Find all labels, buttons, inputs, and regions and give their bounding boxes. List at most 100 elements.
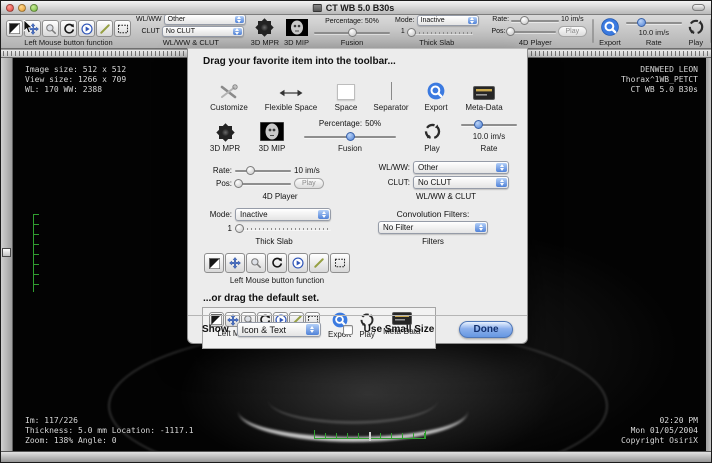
palette-item-filters[interactable]: Convolution Filters: No Filter Filters [358,209,508,246]
overlay-line: DENWEED LEON [621,65,698,75]
fusion-slider[interactable] [314,28,390,37]
export-quicktime-icon [601,18,619,36]
contrast-icon [9,23,20,34]
measure-tool-button[interactable] [96,20,113,37]
left-scrollbar-thumb[interactable] [2,248,11,257]
measure-tool-button[interactable] [309,253,329,273]
vertical-scale-ruler [33,214,41,292]
ruler-midpoint-marker [369,432,371,441]
close-button[interactable] [6,4,14,12]
rate-label: Rate: [487,15,509,25]
select-arrows-icon [235,16,244,23]
palette-item-4dplayer[interactable]: Rate: 10 im/s Pos: Play 4D Player [204,165,356,201]
toolbar-thickslab-group: Mode: Inactive 1 Thick Slab [395,17,478,47]
mode-label: Mode: [395,16,414,26]
measure-line-icon [313,257,325,269]
customize-tools-icon [219,84,239,100]
toolbar-3dmpr[interactable]: 3D MPR [251,17,279,47]
title-bar: CT WB 5.0 B30s [1,1,711,15]
toolbar-play[interactable]: Play [687,17,705,47]
window-title-wrap: CT WB 5.0 B30s [313,3,395,13]
show-label: Show [202,324,229,335]
minimize-button[interactable] [18,4,26,12]
slab-mode-select[interactable]: Inactive [235,208,331,221]
palette-item-export[interactable]: Export [414,82,458,112]
toolbar-toggle-pill[interactable] [692,4,705,11]
roi-rect-icon [334,257,346,269]
show-mode-select[interactable]: Icon & Text [237,322,321,337]
palette-item-3dmpr[interactable]: 3D MPR [200,123,250,153]
slab-slider[interactable] [235,224,331,233]
dialog-title: Drag your favorite item into the toolbar… [203,56,527,67]
slab-number: 1 [401,27,405,37]
metadata-icon [473,86,495,100]
rate-slider[interactable] [461,120,517,129]
4d-rate-slider[interactable] [235,166,291,175]
overlay-line: Im: 117/226 [25,416,194,426]
palette-item-separator[interactable]: Separator [368,82,414,112]
toolbar-rate-group: 10.0 im/s Rate [626,17,682,47]
rotate-tool-button[interactable] [267,253,287,273]
select-arrows-icon [468,17,477,24]
fusion-slider[interactable] [304,132,396,141]
slab-number: 1 [204,223,232,234]
slab-slider[interactable] [407,28,473,37]
select-arrows-icon [318,210,329,219]
palette-item-mouse-function[interactable]: Left Mouse button function [204,253,350,285]
palette-item-metadata[interactable]: Meta-Data [458,86,510,112]
zoom-button[interactable] [30,4,38,12]
palette-item-thickslab[interactable]: Mode: Inactive 1 Thick Slab [204,208,344,246]
overlay-line: View size: 1266 x 709 [25,75,126,85]
pos-label: Pos: [204,178,232,189]
toolbar-4dplayer-group: Rate: 10 im/s Pos: Play 4D Player [484,17,588,47]
filters-select[interactable]: No Filter [378,221,488,234]
done-button[interactable]: Done [459,321,513,338]
contrast-tool-button[interactable] [204,253,224,273]
4d-play-button[interactable]: Play [294,178,324,189]
default-set-label: ...or drag the default set. [203,293,527,304]
toolbar-export[interactable]: Export [599,17,621,47]
overlay-line: Zoom: 138% Angle: 0 [25,436,194,446]
palette-item-rate[interactable]: 10.0 im/s Rate [458,120,520,153]
palette-item-flexible-space[interactable]: Flexible Space [258,86,324,112]
roi-tool-button[interactable] [114,20,131,37]
clut-select[interactable]: No CLUT [162,26,244,37]
contrast-tool-button[interactable] [6,20,23,37]
magnify-tool-button[interactable] [42,20,59,37]
pan-tool-button[interactable] [225,253,245,273]
magnify-tool-button[interactable] [246,253,266,273]
toolbar-3dmip[interactable]: 3D MIP [284,17,309,47]
mpr-star-icon [258,21,271,34]
clut-label: CLUT [138,27,160,37]
palette-item-customize[interactable]: Customize [200,84,258,112]
4d-pos-slider[interactable] [235,179,291,188]
window-controls [6,4,38,12]
overlay-line: WL: 170 WW: 2388 [25,85,126,95]
palette-item-play[interactable]: Play [406,122,458,153]
cine-tool-button[interactable] [78,20,95,37]
wlww-select[interactable]: Other [413,161,509,174]
4d-play-button[interactable]: Play [558,26,588,37]
roi-tool-button[interactable] [330,253,350,273]
left-scrollbar[interactable] [1,58,13,453]
palette-item-fusion[interactable]: Percentage:50% Fusion [294,118,406,153]
rotate-tool-button[interactable] [60,20,77,37]
wlww-select[interactable]: Other [164,15,246,25]
4d-pos-slider[interactable] [508,27,556,36]
measure-line-icon [99,23,111,35]
space-icon [337,84,355,100]
overlay-line: CT WB 5.0 B30s [621,85,698,95]
palette-item-3dmip[interactable]: 3D MIP [250,122,294,153]
select-arrows-icon [496,178,507,187]
cine-tool-button[interactable] [288,253,308,273]
use-small-size-checkbox[interactable] [343,325,353,335]
rate-slider[interactable] [626,18,682,27]
palette-item-wlww-clut[interactable]: WL/WW: Other CLUT: No CLUT WL/WW & CLUT [372,161,520,201]
clut-select[interactable]: No CLUT [413,176,509,189]
mip-skull-icon [286,19,308,36]
slab-mode-select[interactable]: Inactive [417,15,479,26]
fusion-label: Percentage: [319,118,362,129]
magnify-icon [250,257,262,269]
palette-item-space[interactable]: Space [324,84,368,112]
4d-rate-slider[interactable] [511,16,559,25]
